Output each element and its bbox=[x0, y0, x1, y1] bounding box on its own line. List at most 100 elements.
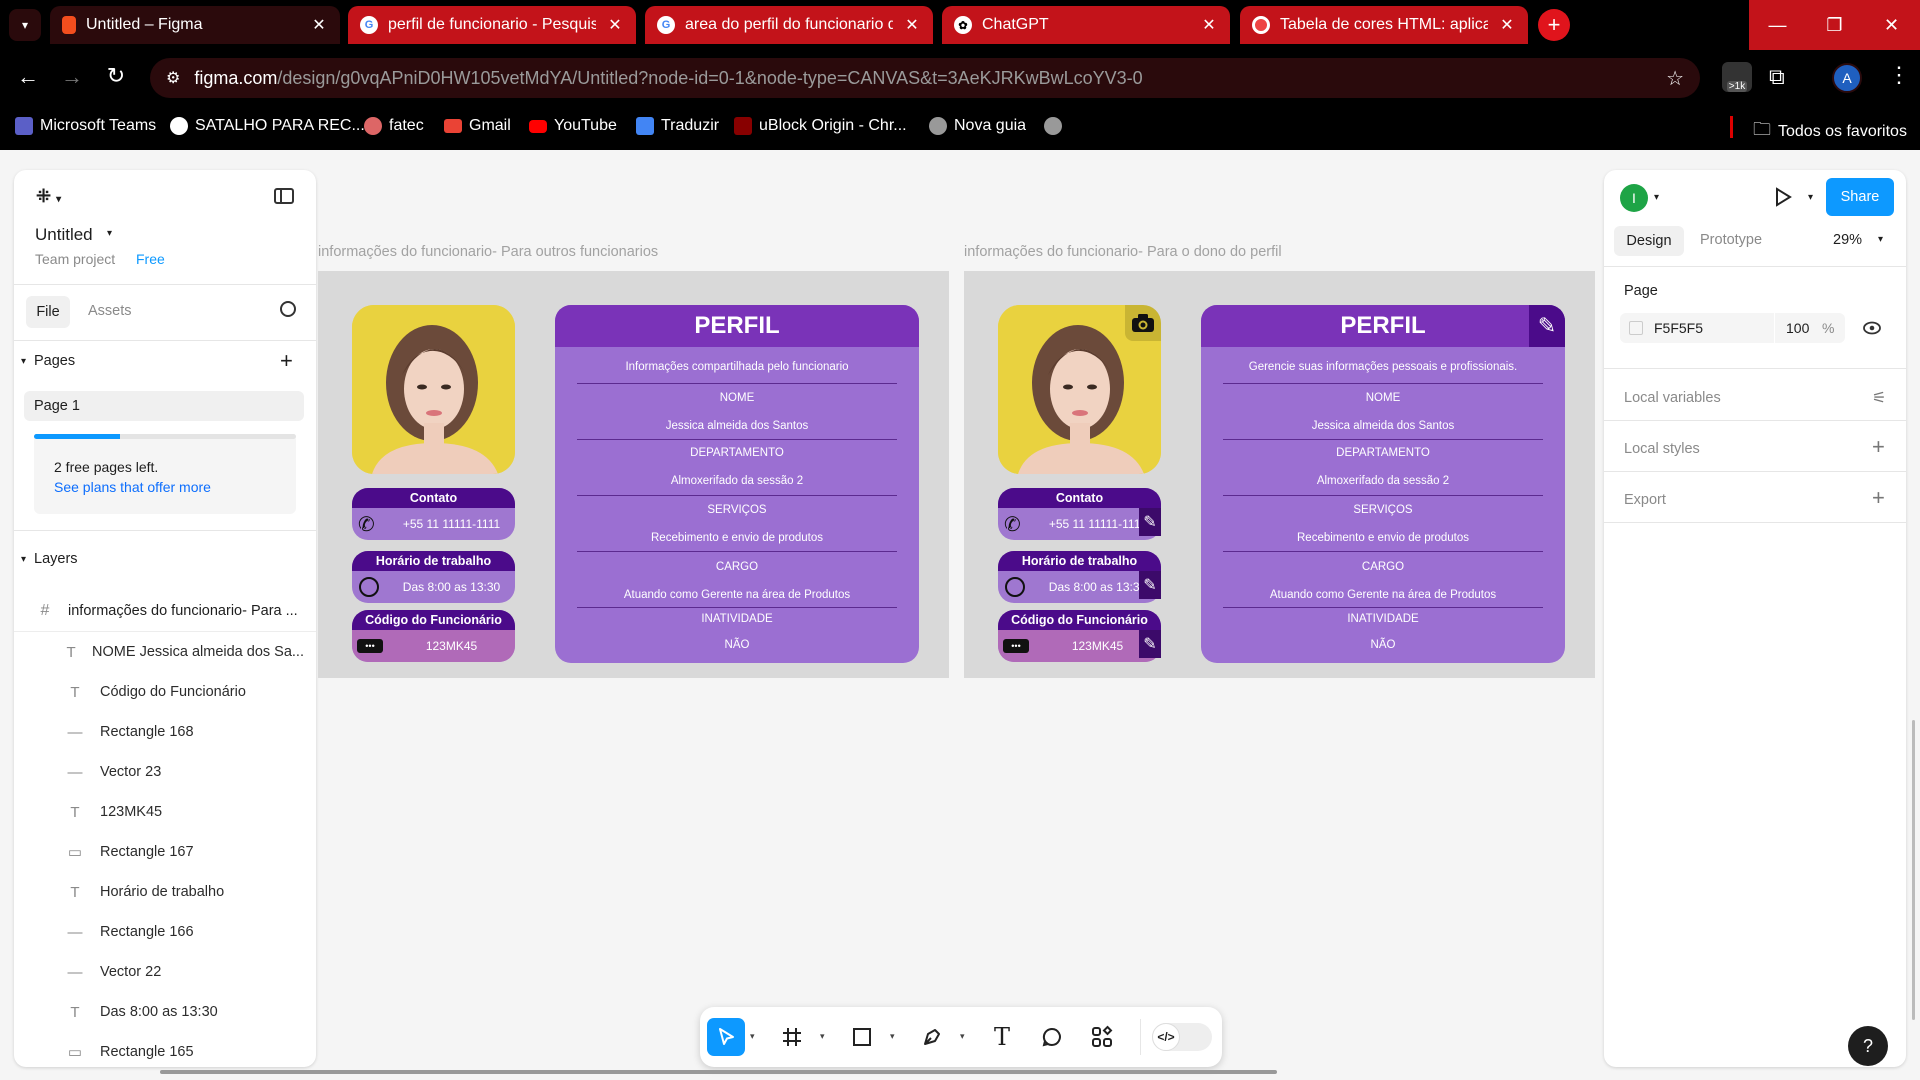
extension-badge[interactable]: >1k bbox=[1722, 62, 1752, 92]
layer-item[interactable]: T 123MK45 bbox=[14, 792, 304, 832]
file-name[interactable]: Untitled bbox=[35, 225, 93, 245]
layer-item[interactable]: T Das 8:00 as 13:30 bbox=[14, 992, 304, 1032]
chevron-down-icon[interactable]: ▾ bbox=[107, 228, 112, 239]
bookmark-star-icon[interactable]: ☆ bbox=[1666, 66, 1684, 91]
frame-other-employees[interactable]: Contato ✆ +55 11 11111-1111 Horário de t… bbox=[318, 271, 949, 678]
restore-icon[interactable]: ❐ bbox=[1806, 0, 1863, 50]
rectangle-tool-icon[interactable] bbox=[846, 1021, 878, 1053]
bookmark-gmail[interactable]: Gmail bbox=[444, 117, 511, 135]
present-options-icon[interactable]: ▾ bbox=[1808, 192, 1813, 203]
help-button[interactable]: ? bbox=[1848, 1026, 1888, 1066]
horizontal-scrollbar[interactable] bbox=[160, 1070, 1277, 1074]
tab-pesquisa[interactable]: G perfil de funcionario - Pesquisa ✕ bbox=[348, 6, 636, 44]
back-icon[interactable]: ← bbox=[14, 64, 42, 92]
plan-badge[interactable]: Free bbox=[136, 251, 165, 267]
layer-item[interactable]: — Vector 22 bbox=[14, 952, 304, 992]
layer-item[interactable]: T NOME Jessica almeida dos Sa... bbox=[14, 632, 304, 672]
local-variables[interactable]: Local variables bbox=[1624, 390, 1721, 406]
share-button[interactable]: Share bbox=[1826, 178, 1894, 216]
layer-item[interactable]: ▭ Rectangle 165 bbox=[14, 1032, 304, 1067]
change-photo-camera-icon[interactable] bbox=[1125, 305, 1161, 341]
page-item-1[interactable]: Page 1 bbox=[24, 391, 304, 421]
forward-icon[interactable]: → bbox=[58, 64, 86, 92]
frame-profile-owner[interactable]: Contato ✆ +55 11 11111-1111 Horário de t… bbox=[964, 271, 1595, 678]
profile-avatar[interactable]: A bbox=[1832, 63, 1862, 93]
tab-tabela-cores[interactable]: Tabela de cores HTML: aplicand ✕ bbox=[1240, 6, 1528, 44]
toggle-sidebar-icon[interactable] bbox=[274, 188, 294, 204]
bookmark-fatec[interactable]: fatec bbox=[364, 117, 424, 135]
actions-tool-icon[interactable] bbox=[1086, 1021, 1118, 1053]
pen-tool-icon[interactable] bbox=[916, 1021, 948, 1053]
chevron-down-icon[interactable]: ▾ bbox=[820, 1031, 825, 1042]
close-tab-icon[interactable]: ✕ bbox=[1200, 15, 1218, 35]
pages-collapse-icon[interactable]: ▾ bbox=[21, 356, 26, 367]
layers-collapse-icon[interactable]: ▾ bbox=[21, 554, 26, 565]
chevron-down-icon[interactable]: ▾ bbox=[750, 1031, 755, 1042]
reload-icon[interactable]: ↻ bbox=[102, 63, 130, 91]
address-bar[interactable]: ⚙ figma.com /design/g0vqAPniD0HW105vetMd… bbox=[150, 58, 1700, 98]
frame-layer[interactable]: # informações do funcionario- Para ... bbox=[14, 591, 316, 631]
edit-contact-icon[interactable]: ✎ bbox=[1139, 508, 1161, 536]
layer-item[interactable]: — Rectangle 166 bbox=[14, 912, 304, 952]
bookmark-satalho[interactable]: SATALHO PARA REC... bbox=[170, 117, 365, 135]
edit-code-icon[interactable]: ✎ bbox=[1139, 630, 1161, 658]
new-tab-button[interactable]: + bbox=[1538, 9, 1570, 41]
close-tab-icon[interactable]: ✕ bbox=[310, 15, 328, 35]
search-icon[interactable] bbox=[280, 301, 296, 317]
frame-label-2[interactable]: informações do funcionario- Para o dono … bbox=[964, 244, 1282, 260]
bookmark-youtube[interactable]: YouTube bbox=[529, 117, 617, 135]
tab-prototype[interactable]: Prototype bbox=[1700, 232, 1762, 248]
tab-chatgpt[interactable]: ✿ ChatGPT ✕ bbox=[942, 6, 1230, 44]
bookmark-traduzir[interactable]: Traduzir bbox=[636, 117, 719, 135]
eye-icon[interactable] bbox=[1862, 319, 1882, 337]
tab-file[interactable]: File bbox=[26, 296, 70, 328]
layer-item[interactable]: T Horário de trabalho bbox=[14, 872, 304, 912]
see-plans-link[interactable]: See plans that offer more bbox=[54, 479, 211, 495]
page-color-hex[interactable]: F5F5F5 bbox=[1654, 320, 1703, 336]
comment-tool-icon[interactable] bbox=[1036, 1021, 1068, 1053]
page-opacity[interactable]: 100 bbox=[1786, 320, 1809, 336]
team-project[interactable]: Team project bbox=[35, 251, 115, 267]
text-tool-icon[interactable]: T bbox=[986, 1021, 1018, 1053]
bookmark-globe[interactable] bbox=[1044, 117, 1062, 135]
bookmark-nova-guia[interactable]: Nova guia bbox=[929, 117, 1026, 135]
close-tab-icon[interactable]: ✕ bbox=[606, 15, 624, 35]
page-color-swatch[interactable] bbox=[1629, 321, 1643, 335]
close-window-icon[interactable]: ✕ bbox=[1863, 0, 1920, 50]
close-tab-icon[interactable]: ✕ bbox=[1498, 15, 1516, 35]
site-settings-icon[interactable]: ⚙ bbox=[166, 68, 180, 88]
chevron-down-icon[interactable]: ▾ bbox=[890, 1031, 895, 1042]
close-tab-icon[interactable]: ✕ bbox=[903, 15, 921, 35]
move-tool-icon[interactable] bbox=[707, 1018, 745, 1056]
tab-area-perfil[interactable]: G area do perfil do funcionario da ✕ bbox=[645, 6, 933, 44]
variables-icon[interactable]: ⚟ bbox=[1872, 388, 1886, 408]
user-avatar[interactable]: I bbox=[1620, 184, 1648, 212]
layer-item[interactable]: — Rectangle 168 bbox=[14, 712, 304, 752]
tab-figma[interactable]: Untitled – Figma ✕ bbox=[50, 6, 340, 44]
extensions-puzzle-icon[interactable]: ⧉ bbox=[1769, 64, 1785, 90]
frame-tool-icon[interactable] bbox=[776, 1021, 808, 1053]
tab-design[interactable]: Design bbox=[1614, 226, 1684, 256]
dev-mode-toggle[interactable]: </> bbox=[1152, 1023, 1212, 1051]
layer-item[interactable]: ▭ Rectangle 167 bbox=[14, 832, 304, 872]
tab-search-button[interactable]: ▾ bbox=[9, 9, 41, 41]
zoom-chevron-icon[interactable]: ▾ bbox=[1878, 234, 1883, 245]
add-style-icon[interactable]: + bbox=[1872, 434, 1885, 460]
figma-menu-icon[interactable]: ⁜ ▾ bbox=[36, 186, 61, 207]
zoom-level[interactable]: 29% bbox=[1833, 232, 1862, 248]
tab-assets[interactable]: Assets bbox=[88, 303, 132, 319]
browser-menu-icon[interactable]: ⋮ bbox=[1888, 62, 1910, 88]
right-scrollbar[interactable] bbox=[1912, 720, 1915, 1020]
bookmark-teams[interactable]: Microsoft Teams bbox=[15, 117, 156, 135]
export-label[interactable]: Export bbox=[1624, 492, 1666, 508]
chevron-down-icon[interactable]: ▾ bbox=[960, 1031, 965, 1042]
bookmark-ublock[interactable]: uBlock Origin - Chr... bbox=[734, 117, 907, 135]
local-styles[interactable]: Local styles bbox=[1624, 441, 1700, 457]
all-bookmarks-button[interactable]: 🗀 Todos os favoritos bbox=[1753, 117, 1907, 147]
add-export-icon[interactable]: + bbox=[1872, 485, 1885, 511]
edit-hours-icon[interactable]: ✎ bbox=[1139, 571, 1161, 599]
present-play-icon[interactable] bbox=[1774, 187, 1792, 207]
edit-profile-pencil-icon[interactable]: ✎ bbox=[1529, 305, 1565, 347]
layer-item[interactable]: — Vector 23 bbox=[14, 752, 304, 792]
minimize-icon[interactable]: — bbox=[1749, 0, 1806, 50]
